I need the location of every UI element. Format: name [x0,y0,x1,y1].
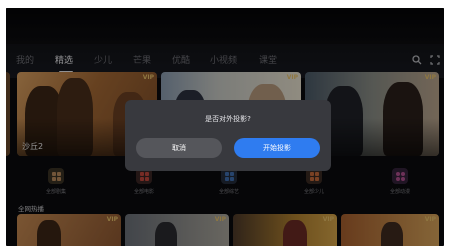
cancel-button[interactable]: 取消 [136,138,222,158]
start-projection-button[interactable]: 开始投影 [234,138,320,158]
tv-screen: 我的 精选 少儿 芒果 优酷 小视频 课堂 VIP 沙丘2 VIP VIP 全部… [6,8,444,246]
projection-dialog: 是否对外投影? 取消 开始投影 [125,100,331,171]
dialog-title: 是否对外投影? [205,115,251,123]
